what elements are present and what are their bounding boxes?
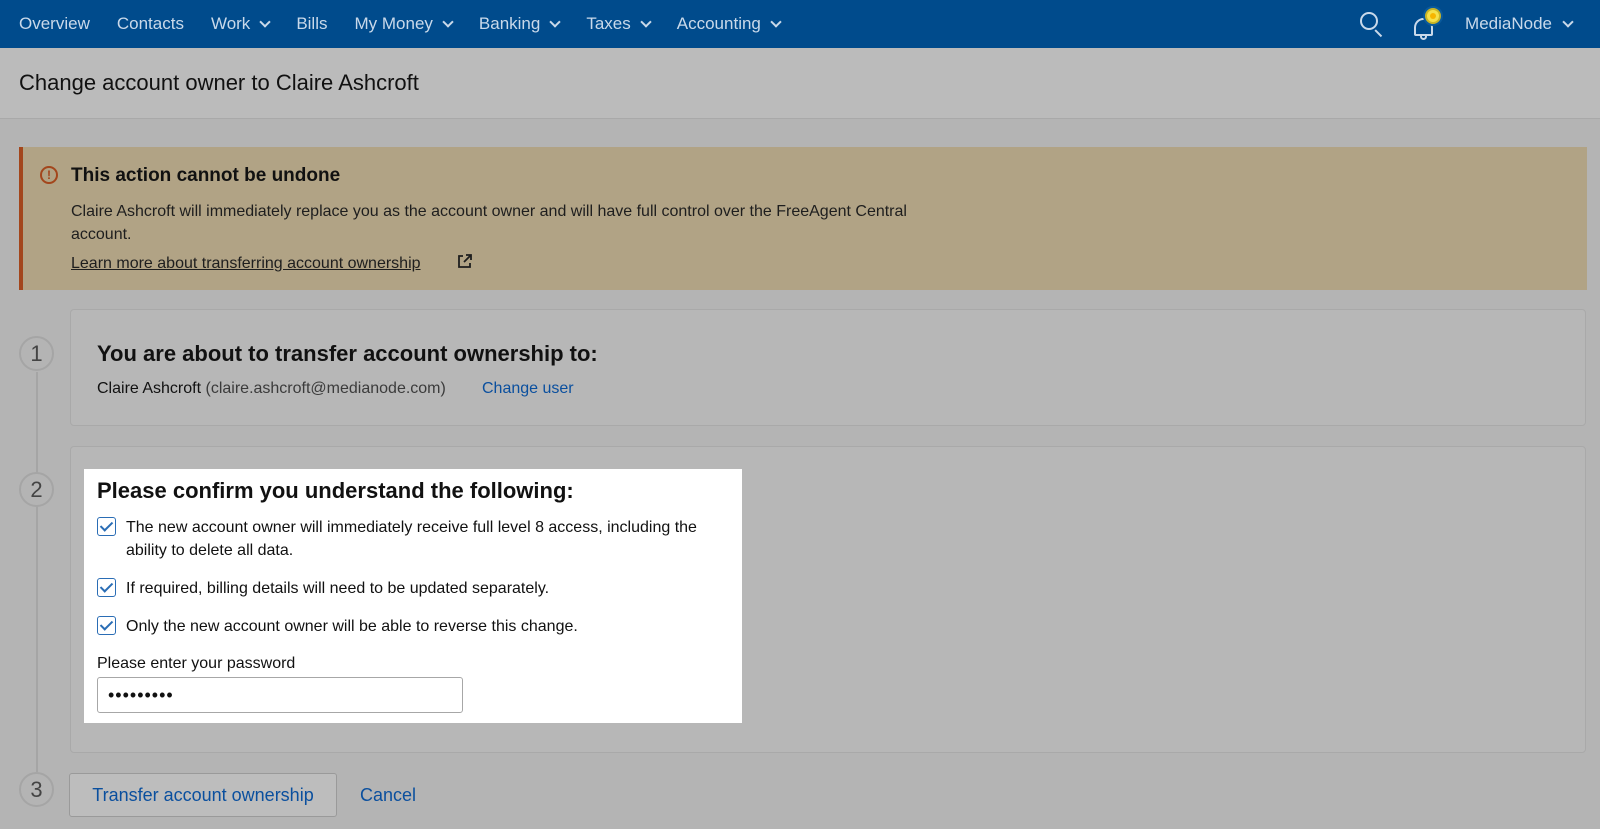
alert-icon: ! (40, 166, 58, 184)
confirm-check-reverse: Only the new account owner will be able … (97, 615, 578, 638)
user-name: Claire Ashcroft (97, 380, 202, 397)
chevron-down-icon (1562, 15, 1574, 28)
nav-bills-label: Bills (296, 14, 328, 33)
password-label: Please enter your password (97, 655, 296, 672)
warning-banner: ! This action cannot be undone Claire As… (19, 147, 1587, 290)
step-connector-line (36, 372, 38, 772)
bell-icon[interactable] (1411, 8, 1442, 40)
warning-text: Claire Ashcroft will immediately replace… (71, 203, 907, 243)
confirm-check-full-access: The new account owner will immediately r… (97, 516, 732, 562)
change-user-link[interactable]: Change user (482, 380, 574, 398)
confirm-check-billing: If required, billing details will need t… (97, 577, 549, 600)
account-menu[interactable]: MediaNode (1465, 14, 1574, 34)
checkbox-label: If required, billing details will need t… (126, 580, 550, 597)
nav-banking[interactable]: Banking (478, 14, 562, 34)
nav-contacts[interactable]: Contacts (117, 14, 184, 34)
chevron-down-icon (640, 15, 652, 28)
nav-work-label: Work (210, 14, 251, 33)
external-link-icon[interactable] (457, 253, 473, 269)
nav-taxes[interactable]: Taxes (586, 14, 652, 34)
nav-accounting[interactable]: Accounting (676, 14, 782, 34)
step1-heading: You are about to transfer account owners… (97, 341, 598, 366)
nav-banking-label: Banking (478, 14, 541, 33)
checkbox-reverse[interactable] (97, 616, 116, 635)
nav-bills[interactable]: Bills (296, 14, 327, 34)
transfer-ownership-button[interactable]: Transfer account ownership (69, 773, 337, 817)
top-nav: Overview Contacts Work Bills My Money Ba… (0, 0, 1600, 48)
nav-right: MediaNode (1359, 0, 1600, 48)
chevron-down-icon (770, 15, 782, 28)
nav-overview[interactable]: Overview (19, 14, 90, 34)
checkbox-label: The new account owner will immediately r… (126, 519, 697, 559)
chevron-down-icon (259, 15, 271, 28)
confirm-section: Please confirm you understand the follow… (84, 469, 742, 723)
learn-more-link[interactable]: Learn more about transferring account ow… (71, 255, 421, 273)
cancel-link[interactable]: Cancel (360, 785, 416, 806)
page-title: Change account owner to Claire Ashcroft (19, 70, 419, 95)
nav-contacts-label: Contacts (116, 14, 184, 33)
step-number-1: 1 (19, 336, 54, 371)
notification-dot (1425, 8, 1442, 24)
nav-work[interactable]: Work (210, 14, 271, 34)
nav-overview-label: Overview (19, 14, 90, 33)
checkbox-billing[interactable] (97, 578, 116, 597)
search-icon[interactable] (1359, 11, 1385, 38)
account-name: MediaNode (1465, 14, 1552, 33)
checkbox-label: Only the new account owner will be able … (126, 618, 578, 635)
page-header: Change account owner to Claire Ashcroft (0, 48, 1600, 119)
chevron-down-icon (442, 15, 454, 28)
step2-heading: Please confirm you understand the follow… (97, 478, 574, 503)
step-number-3: 3 (19, 772, 54, 807)
password-field[interactable] (97, 677, 463, 713)
warning-title: This action cannot be undone (71, 165, 341, 186)
nav-taxes-label: Taxes (586, 14, 631, 33)
chevron-down-icon (549, 15, 562, 28)
nav-my-money[interactable]: My Money (354, 14, 454, 34)
nav-accounting-label: Accounting (676, 14, 761, 33)
nav-my-money-label: My Money (354, 14, 433, 33)
user-email: (claire.ashcroft@medianode.com) (205, 380, 446, 397)
selected-user: Claire Ashcroft (claire.ashcroft@mediano… (97, 380, 446, 398)
step-number-2: 2 (19, 472, 54, 507)
step1-card: You are about to transfer account owners… (70, 309, 1586, 426)
checkbox-full-access[interactable] (97, 517, 116, 536)
